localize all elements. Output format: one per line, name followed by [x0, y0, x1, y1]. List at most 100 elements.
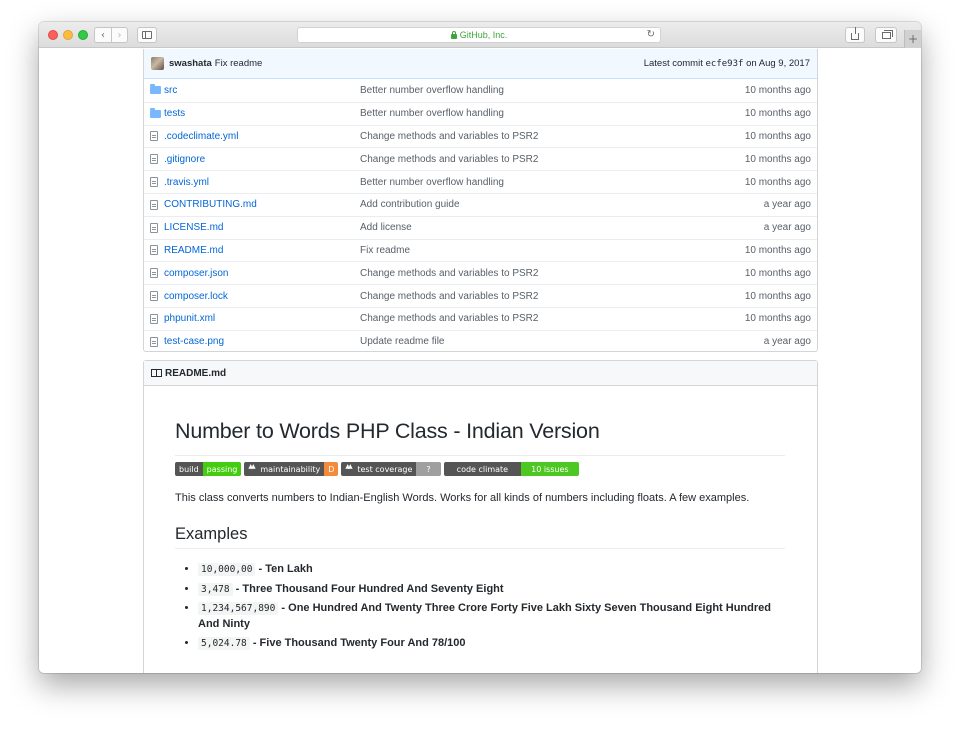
file-age: 10 months ago: [744, 153, 811, 165]
build-badge-status: passing: [202, 462, 242, 476]
file-age: 10 months ago: [744, 290, 811, 302]
file-name-link[interactable]: CONTRIBUTING.md: [164, 199, 360, 210]
file-age: 10 months ago: [744, 130, 811, 142]
file-age: 10 months ago: [744, 267, 811, 279]
back-button[interactable]: ‹: [94, 27, 111, 43]
file-row[interactable]: tests Better number overflow handling 10 m…: [144, 101, 817, 125]
file-icon-cell: [150, 291, 164, 302]
examples-heading: Examples: [175, 525, 248, 543]
file-row[interactable]: README.md Fix readme 10 months ago: [144, 238, 817, 262]
file-commit-message[interactable]: Better number overflow handling: [360, 177, 745, 188]
file-row[interactable]: phpunit.xml Change methods and variables …: [144, 306, 817, 330]
file-age: 10 months ago: [744, 313, 811, 325]
file-row[interactable]: LICENSE.md Add license a year ago: [144, 215, 817, 239]
file-name-link[interactable]: composer.lock: [164, 291, 360, 302]
readme-intro: This class converts numbers to Indian-En…: [175, 492, 750, 504]
forward-button[interactable]: ›: [111, 27, 128, 43]
file-name-link[interactable]: .gitignore: [164, 154, 360, 165]
file-row[interactable]: src Better number overflow handling 10 mon…: [144, 79, 817, 102]
file-icon: [150, 245, 158, 256]
build-badge[interactable]: build passing: [175, 462, 242, 476]
commit-sha[interactable]: ecfe93f: [706, 59, 744, 69]
file-name-link[interactable]: src: [164, 85, 360, 96]
build-badge-label: build: [175, 462, 203, 476]
file-icon: [150, 291, 158, 302]
file-icon: [150, 154, 158, 165]
code-climate-badge[interactable]: code climate 10 issues: [443, 462, 579, 476]
file-commit-message[interactable]: Better number overflow handling: [360, 85, 745, 96]
file-name-link[interactable]: README.md: [164, 245, 360, 256]
file-commit-message[interactable]: Change methods and variables to PSR2: [360, 291, 745, 302]
file-commit-message[interactable]: Change methods and variables to PSR2: [360, 154, 745, 165]
tabs-icon: [881, 29, 893, 39]
file-icon-cell: [150, 199, 164, 210]
code-climate-icon: [248, 463, 257, 472]
test-coverage-badge[interactable]: test coverage ?: [341, 462, 441, 476]
sidebar-toggle-button[interactable]: [137, 27, 157, 43]
page-content: swashata Fix readme Latest commit ecfe93…: [39, 49, 921, 673]
file-age: a year ago: [763, 336, 811, 348]
list-item: 1,234,567,890 - One Hundred And Twenty T…: [198, 601, 777, 632]
maintainability-badge-left: maintainability: [244, 462, 325, 476]
avatar[interactable]: [151, 57, 164, 70]
file-commit-message[interactable]: Add contribution guide: [360, 199, 764, 210]
minimize-window-button[interactable]: [63, 30, 73, 40]
file-commit-message[interactable]: Better number overflow handling: [360, 108, 745, 119]
file-age: a year ago: [763, 222, 811, 234]
new-tab-button[interactable]: +: [904, 30, 921, 48]
test-coverage-badge-left: test coverage: [341, 462, 417, 476]
file-age: 10 months ago: [744, 244, 811, 256]
commit-author[interactable]: swashata: [169, 58, 212, 69]
file-row[interactable]: composer.lock Change methods and variable…: [144, 284, 817, 307]
show-tabs-button[interactable]: [875, 27, 897, 43]
file-commit-message[interactable]: Fix readme: [360, 245, 745, 256]
file-row[interactable]: composer.json Change methods and variable…: [144, 261, 817, 284]
file-icon: [150, 131, 158, 142]
file-row[interactable]: CONTRIBUTING.md Add contribution guide a y…: [144, 192, 817, 216]
example-words: - One Hundred And Twenty Three Crore For…: [198, 602, 771, 630]
file-icon-cell: [150, 222, 164, 233]
list-item: 10,000,00 - Ten Lakh: [198, 562, 777, 578]
file-name-link[interactable]: composer.json: [164, 268, 360, 279]
file-icon-cell: [150, 336, 164, 347]
share-button[interactable]: [845, 27, 865, 43]
chevron-right-icon: ›: [117, 29, 122, 41]
file-name-link[interactable]: .codeclimate.yml: [164, 131, 360, 142]
code-climate-badge-issues: 10 issues: [521, 462, 579, 476]
file-commit-message[interactable]: Change methods and variables to PSR2: [360, 313, 745, 324]
file-commit-message[interactable]: Update readme file: [360, 336, 764, 347]
file-commit-message[interactable]: Change methods and variables to PSR2: [360, 268, 745, 279]
zoom-window-button[interactable]: [78, 30, 88, 40]
readme-header: README.md: [144, 361, 817, 386]
file-icon-cell: [150, 154, 164, 165]
maintainability-badge-label: maintainability: [260, 464, 321, 474]
file-name-link[interactable]: test-case.png: [164, 336, 360, 347]
file-commit-message[interactable]: Change methods and variables to PSR2: [360, 131, 745, 142]
file-commit-message[interactable]: Add license: [360, 222, 764, 233]
file-icon: [150, 222, 158, 233]
file-name-link[interactable]: tests: [164, 108, 360, 119]
file-row[interactable]: .travis.yml Better number overflow handli…: [144, 170, 817, 193]
file-icon: [150, 199, 158, 210]
example-words: - Three Thousand Four Hundred And Sevent…: [235, 582, 504, 595]
maintainability-badge[interactable]: maintainability D: [244, 462, 339, 476]
close-window-button[interactable]: [48, 30, 58, 40]
list-item: 5,024.78 - Five Thousand Twenty Four And…: [198, 636, 777, 652]
commit-message[interactable]: Fix readme: [215, 58, 263, 69]
file-name-link[interactable]: .travis.yml: [164, 177, 360, 188]
file-name-link[interactable]: LICENSE.md: [164, 222, 360, 233]
test-coverage-badge-label: test coverage: [357, 464, 413, 474]
reload-icon[interactable]: ↻: [647, 29, 655, 40]
file-icon: [150, 336, 158, 347]
commit-date: on Aug 9, 2017: [746, 58, 810, 69]
address-bar[interactable]: GitHub, Inc. ↻: [297, 27, 661, 43]
examples-divider: [175, 548, 785, 549]
file-row[interactable]: .codeclimate.yml Change methods and varia…: [144, 124, 817, 148]
file-age: a year ago: [763, 199, 811, 211]
browser-titlebar: ‹ › GitHub, Inc. ↻ +: [39, 22, 921, 48]
file-row[interactable]: .gitignore Change methods and variables t…: [144, 147, 817, 170]
file-name-link[interactable]: phpunit.xml: [164, 313, 360, 324]
example-number: 10,000,00: [198, 563, 256, 576]
chevron-left-icon: ‹: [101, 29, 105, 41]
file-row[interactable]: test-case.png Update readme file a year ag…: [144, 329, 817, 353]
